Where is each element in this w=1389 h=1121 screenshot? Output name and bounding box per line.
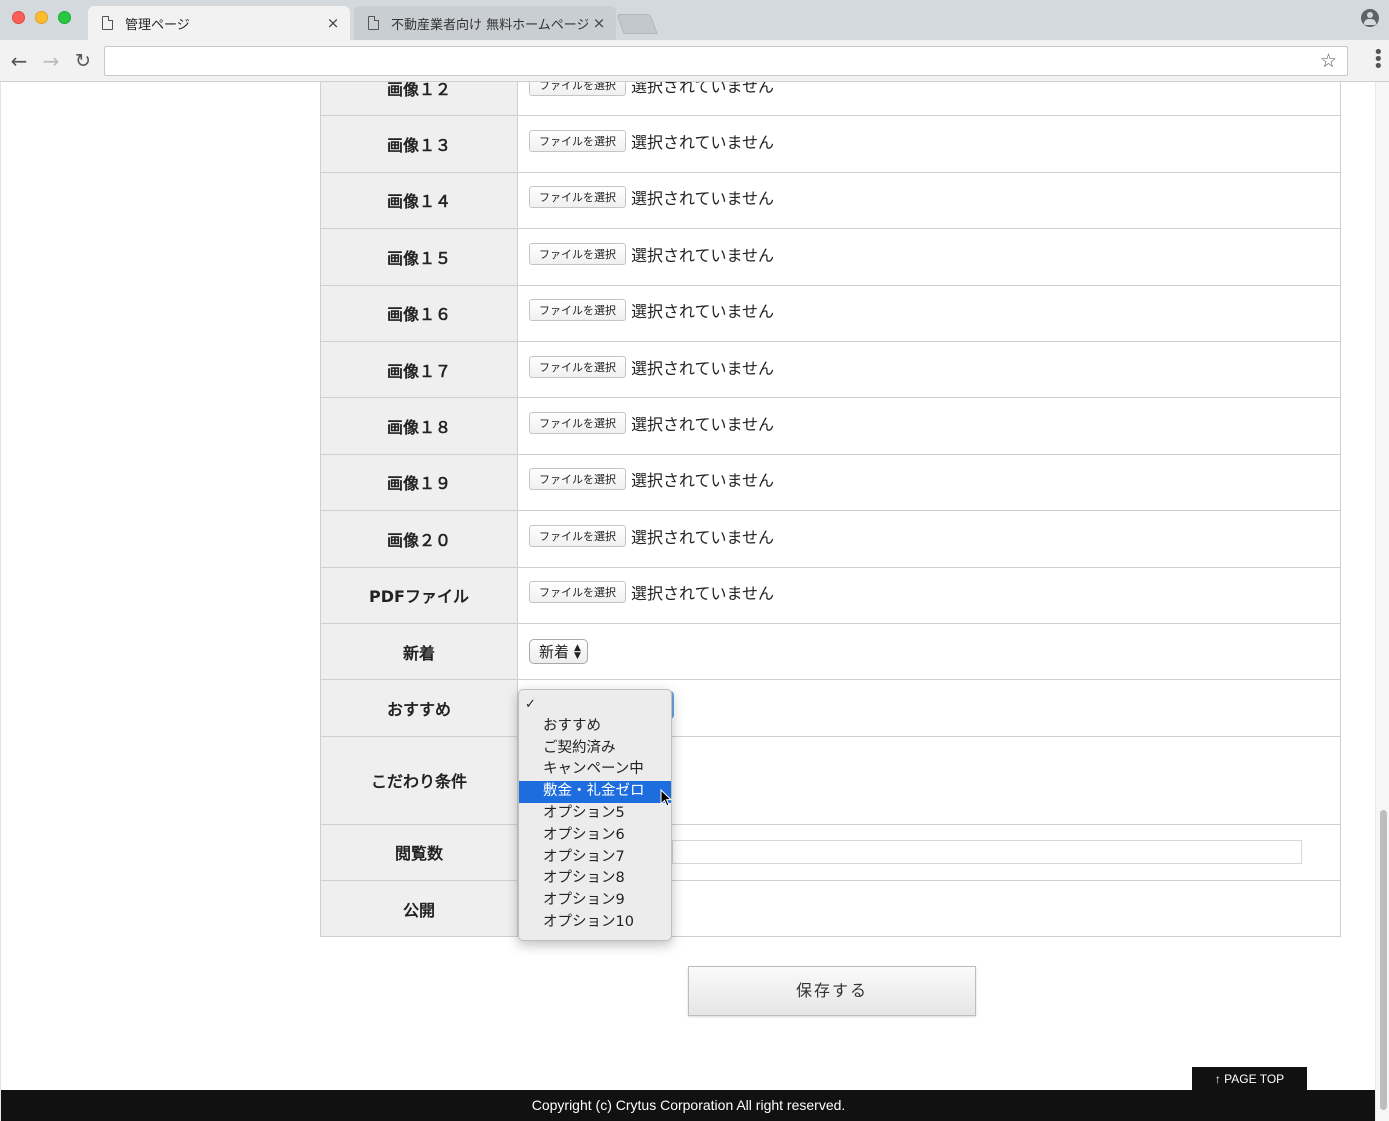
new-tab-button[interactable] (616, 14, 658, 34)
row-label: 画像１４ (320, 171, 518, 230)
footer-copyright: Copyright (c) Crytus Corporation All rig… (1, 1090, 1375, 1121)
dropdown-option[interactable]: オプション10 (519, 912, 671, 934)
select-arrows-icon: ▲ ▼ (574, 642, 581, 661)
dropdown-option[interactable]: オプション6 (519, 825, 671, 847)
form-row-shinchaku: 新着 新着 ▲ ▼ (320, 622, 1341, 681)
vertical-scrollbar[interactable] (1375, 82, 1389, 1121)
form-row-file: 画像１３ ファイルを選択 選択されていません (320, 115, 1341, 173)
dropdown-option[interactable]: オプション8 (519, 868, 671, 890)
select-value: 新着 (539, 643, 570, 662)
choose-file-button[interactable]: ファイルを選択 (529, 581, 626, 604)
file-status-text: 選択されていません (631, 82, 775, 96)
back-icon[interactable]: ← (6, 48, 32, 74)
file-status-text: 選択されていません (631, 584, 775, 604)
form-row-file: 画像１２ ファイルを選択 選択されていません (320, 82, 1341, 117)
choose-file-button[interactable]: ファイルを選択 (529, 186, 626, 209)
dropdown-option[interactable] (519, 694, 671, 716)
address-bar[interactable]: ☆ (104, 46, 1348, 76)
browser-toolbar: ← → ↻ ☆ • • • (0, 40, 1389, 82)
row-label: 画像１２ (320, 82, 518, 117)
dropdown-option[interactable]: おすすめ (519, 716, 671, 738)
choose-file-button[interactable]: ファイルを選択 (529, 242, 626, 265)
file-status-text: 選択されていません (631, 302, 775, 322)
row-label: PDFファイル (320, 566, 518, 624)
dropdown-option[interactable]: キャンペーン中 (519, 759, 671, 781)
dropdown-option[interactable]: オプション5 (519, 803, 671, 825)
file-status-text: 選択されていません (631, 527, 775, 547)
form-row-file: 画像１４ ファイルを選択 選択されていません (320, 171, 1341, 230)
row-label: おすすめ (320, 679, 518, 737)
dropdown-option[interactable]: オプション7 (519, 847, 671, 869)
views-input[interactable] (672, 840, 1302, 865)
page-viewport: 画像１２ ファイルを選択 選択されていません 画像１３ ファイルを選択 選択されていません… (0, 82, 1375, 1121)
form-row-file: 画像１５ ファイルを選択 選択されていません (320, 228, 1341, 286)
tab-homepage[interactable]: 不動産業者向け 無料ホームページ × (354, 6, 616, 40)
page-top-button[interactable]: ↑ PAGE TOP (1192, 1067, 1307, 1091)
choose-file-button[interactable]: ファイルを選択 (529, 412, 626, 435)
profile-icon[interactable] (1361, 9, 1379, 27)
tab-title: 管理ページ (125, 17, 190, 33)
row-label: 閲覧数 (320, 823, 518, 882)
forward-icon[interactable]: → (38, 48, 64, 74)
bookmark-star-icon[interactable]: ☆ (1320, 50, 1337, 72)
browser-menu-icon[interactable]: • • • (1373, 44, 1384, 76)
form-row-kodawari: こだわり条件 (320, 735, 1341, 825)
choose-file-button[interactable]: ファイルを選択 (529, 468, 626, 491)
row-label: 画像１３ (320, 115, 518, 173)
dropdown-option[interactable]: オプション9 (519, 890, 671, 912)
mouse-cursor-icon (660, 789, 672, 807)
minimize-window-button[interactable] (35, 11, 48, 24)
file-status-text: 選択されていません (631, 415, 775, 435)
dropdown-option[interactable]: 敷金・礼金ゼロ (519, 781, 671, 803)
form-row-file: 画像１６ ファイルを選択 選択されていません (320, 284, 1341, 342)
choose-file-button[interactable]: ファイルを選択 (529, 130, 626, 153)
row-label: 画像１８ (320, 397, 518, 455)
row-label: 画像１９ (320, 453, 518, 512)
file-status-text: 選択されていません (631, 245, 775, 265)
row-label: 画像１７ (320, 340, 518, 399)
document-icon (102, 15, 114, 30)
row-label: こだわり条件 (320, 735, 518, 825)
choose-file-button[interactable]: ファイルを選択 (529, 299, 626, 322)
shinchaku-select[interactable]: 新着 ▲ ▼ (529, 639, 588, 665)
row-label: 画像１６ (320, 284, 518, 342)
dropdown-option[interactable]: ご契約済み (519, 738, 671, 760)
form-row-file: 画像１８ ファイルを選択 選択されていません (320, 397, 1341, 455)
document-icon (368, 15, 380, 30)
file-status-text: 選択されていません (631, 133, 775, 153)
form-row-file: PDFファイル ファイルを選択 選択されていません (320, 566, 1341, 624)
choose-file-button[interactable]: ファイルを選択 (529, 524, 626, 547)
edit-form-table: 画像１２ ファイルを選択 選択されていません 画像１３ ファイルを選択 選択されていません… (320, 82, 1341, 938)
tab-strip: 管理ページ × 不動産業者向け 無料ホームページ × (0, 0, 1389, 40)
file-status-text: 選択されていません (631, 189, 775, 209)
tab-admin-page[interactable]: 管理ページ × (88, 6, 350, 40)
tab-title: 不動産業者向け 無料ホームページ (391, 17, 588, 33)
choose-file-button[interactable]: ファイルを選択 (529, 82, 626, 96)
osusume-dropdown-menu[interactable]: おすすめご契約済みキャンペーン中敷金・礼金ゼロオプション5オプション6オプション… (518, 689, 672, 941)
choose-file-button[interactable]: ファイルを選択 (529, 355, 626, 378)
close-tab-icon[interactable]: × (322, 14, 344, 32)
close-window-button[interactable] (12, 11, 25, 24)
row-label: 画像１５ (320, 228, 518, 286)
save-button[interactable]: 保存する (688, 966, 976, 1016)
maximize-window-button[interactable] (58, 11, 71, 24)
form-row-osusume: おすすめ (320, 679, 1341, 737)
close-tab-icon[interactable]: × (588, 14, 610, 32)
row-label: 新着 (320, 622, 518, 681)
reload-icon[interactable]: ↻ (70, 48, 96, 74)
form-row-file: 画像１７ ファイルを選択 選択されていません (320, 340, 1341, 399)
scrollbar-thumb[interactable] (1380, 810, 1387, 1110)
form-row-file: 画像１９ ファイルを選択 選択されていません (320, 453, 1341, 512)
form-row-publish: 公開 (320, 880, 1341, 938)
row-label: 画像２０ (320, 510, 518, 568)
file-status-text: 選択されていません (631, 358, 775, 378)
form-row-views: 閲覧数 (320, 823, 1341, 882)
form-row-file: 画像２０ ファイルを選択 選択されていません (320, 510, 1341, 568)
file-status-text: 選択されていません (631, 471, 775, 491)
row-label: 公開 (320, 880, 518, 938)
